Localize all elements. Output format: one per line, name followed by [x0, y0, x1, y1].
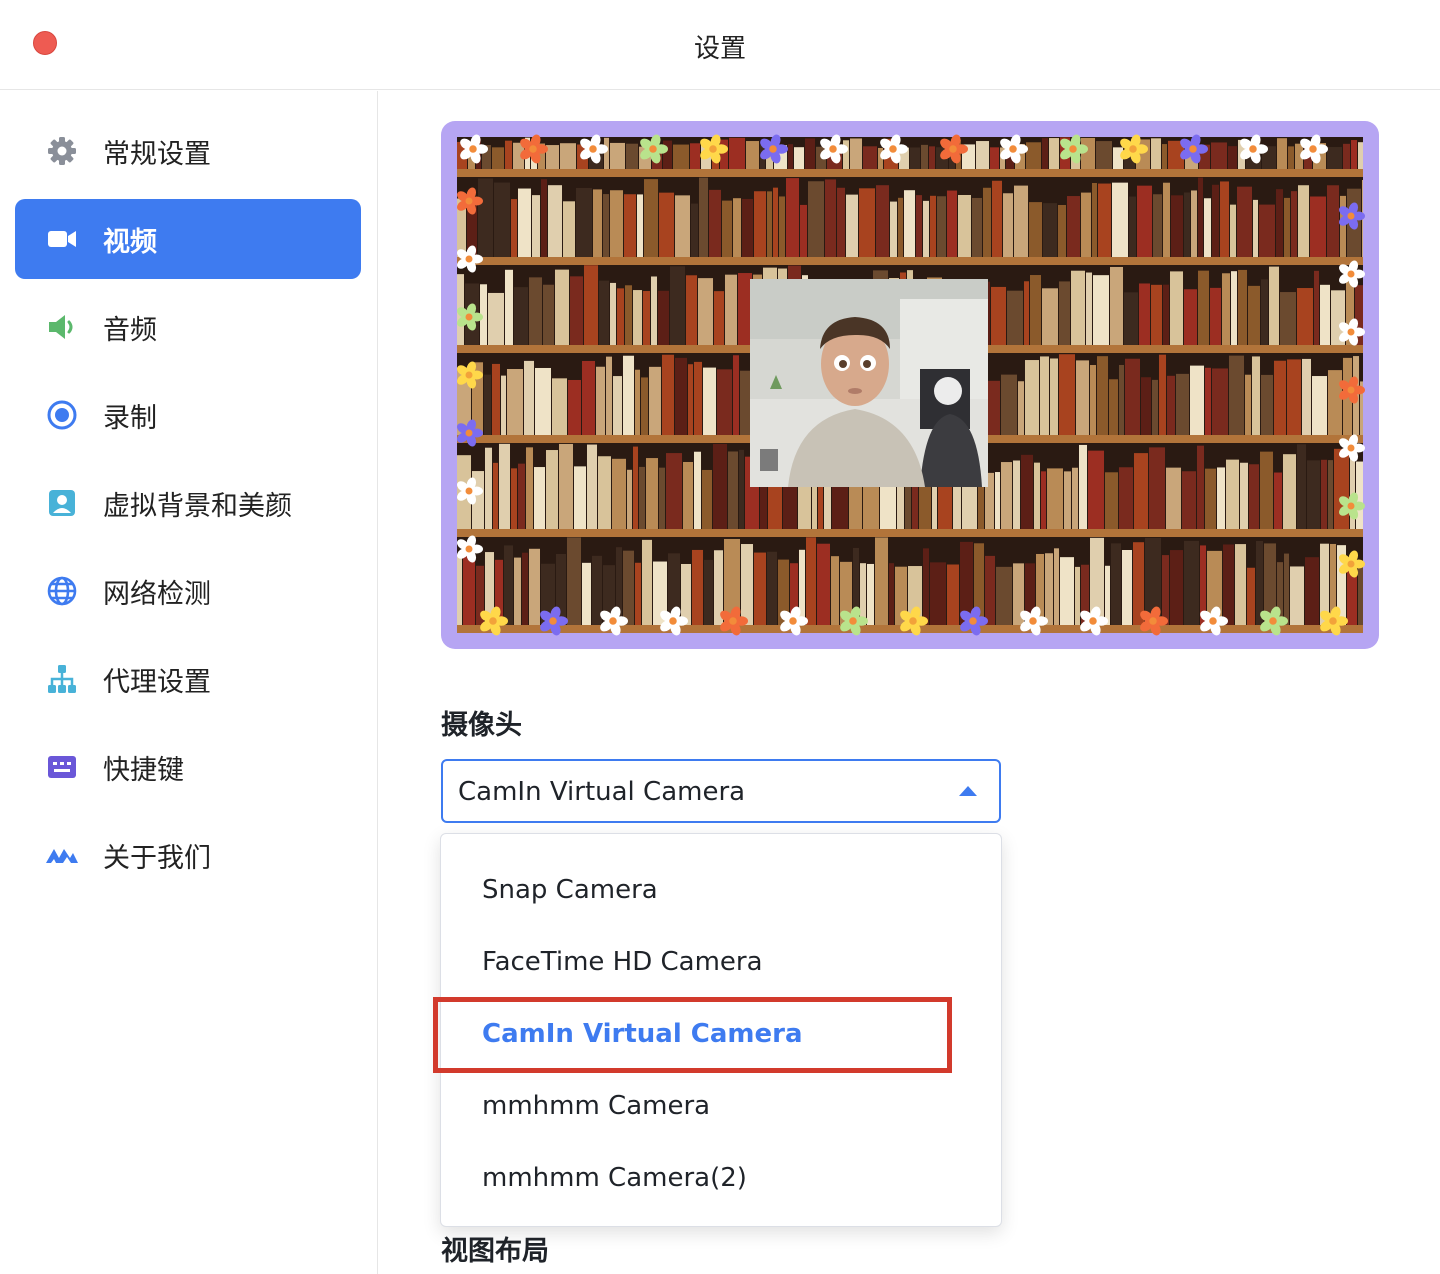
gear-icon [45, 134, 79, 168]
sidebar-item-video[interactable]: 视频 [15, 199, 361, 279]
network-tree-icon [45, 662, 79, 696]
sidebar-item-network-test[interactable]: 网络检测 [15, 551, 361, 631]
sidebar-item-label: 虚拟背景和美颜 [103, 490, 292, 522]
sidebar-item-label: 关于我们 [103, 842, 211, 874]
sidebar-item-label: 快捷键 [103, 754, 184, 786]
record-icon [45, 398, 79, 432]
title-bar: 设置 [0, 0, 1440, 90]
sidebar-item-shortcuts[interactable]: 快捷键 [15, 727, 361, 807]
sidebar-item-audio[interactable]: 音频 [15, 287, 361, 367]
view-layout-section-label: 视图布局 [441, 1236, 549, 1267]
sidebar-item-label: 音频 [103, 314, 157, 346]
globe-icon [45, 574, 79, 608]
sidebar-item-label: 录制 [103, 402, 157, 434]
video-camera-icon [45, 222, 79, 256]
camera-select-value: CamIn Virtual Camera [458, 777, 746, 807]
selection-highlight-annotation [433, 997, 952, 1073]
sidebar-item-label: 常规设置 [103, 138, 211, 170]
sidebar-item-proxy[interactable]: 代理设置 [15, 639, 361, 719]
dropdown-option-mmhmm-camera[interactable]: mmhmm Camera [441, 1070, 1001, 1142]
camera-preview [441, 121, 1379, 649]
speaker-icon [45, 310, 79, 344]
caret-up-icon [959, 786, 977, 796]
flower-frame-decoration [457, 134, 1365, 636]
sidebar-item-general[interactable]: 常规设置 [15, 111, 361, 191]
sidebar: 常规设置 视频 音频 录制 虚拟背景和美颜 网络检测 代理设置 快捷键 关于我们 [0, 91, 378, 1274]
window-title: 设置 [693, 34, 746, 64]
camera-section-label: 摄像头 [441, 710, 522, 741]
dropdown-option-snap-camera[interactable]: Snap Camera [441, 854, 1001, 926]
portrait-icon [45, 486, 79, 520]
sidebar-item-label: 网络检测 [103, 578, 211, 610]
sidebar-item-label: 代理设置 [103, 666, 211, 698]
sidebar-item-virtual-background[interactable]: 虚拟背景和美颜 [15, 463, 361, 543]
sidebar-item-about[interactable]: 关于我们 [15, 815, 361, 895]
sidebar-item-recording[interactable]: 录制 [15, 375, 361, 455]
dropdown-option-facetime-hd-camera[interactable]: FaceTime HD Camera [441, 926, 1001, 998]
logo-icon [45, 838, 79, 872]
sidebar-item-label: 视频 [103, 226, 157, 258]
dropdown-option-mmhmm-camera-2[interactable]: mmhmm Camera(2) [441, 1142, 1001, 1214]
keyboard-icon [45, 750, 79, 784]
camera-select[interactable]: CamIn Virtual Camera [441, 759, 1001, 823]
